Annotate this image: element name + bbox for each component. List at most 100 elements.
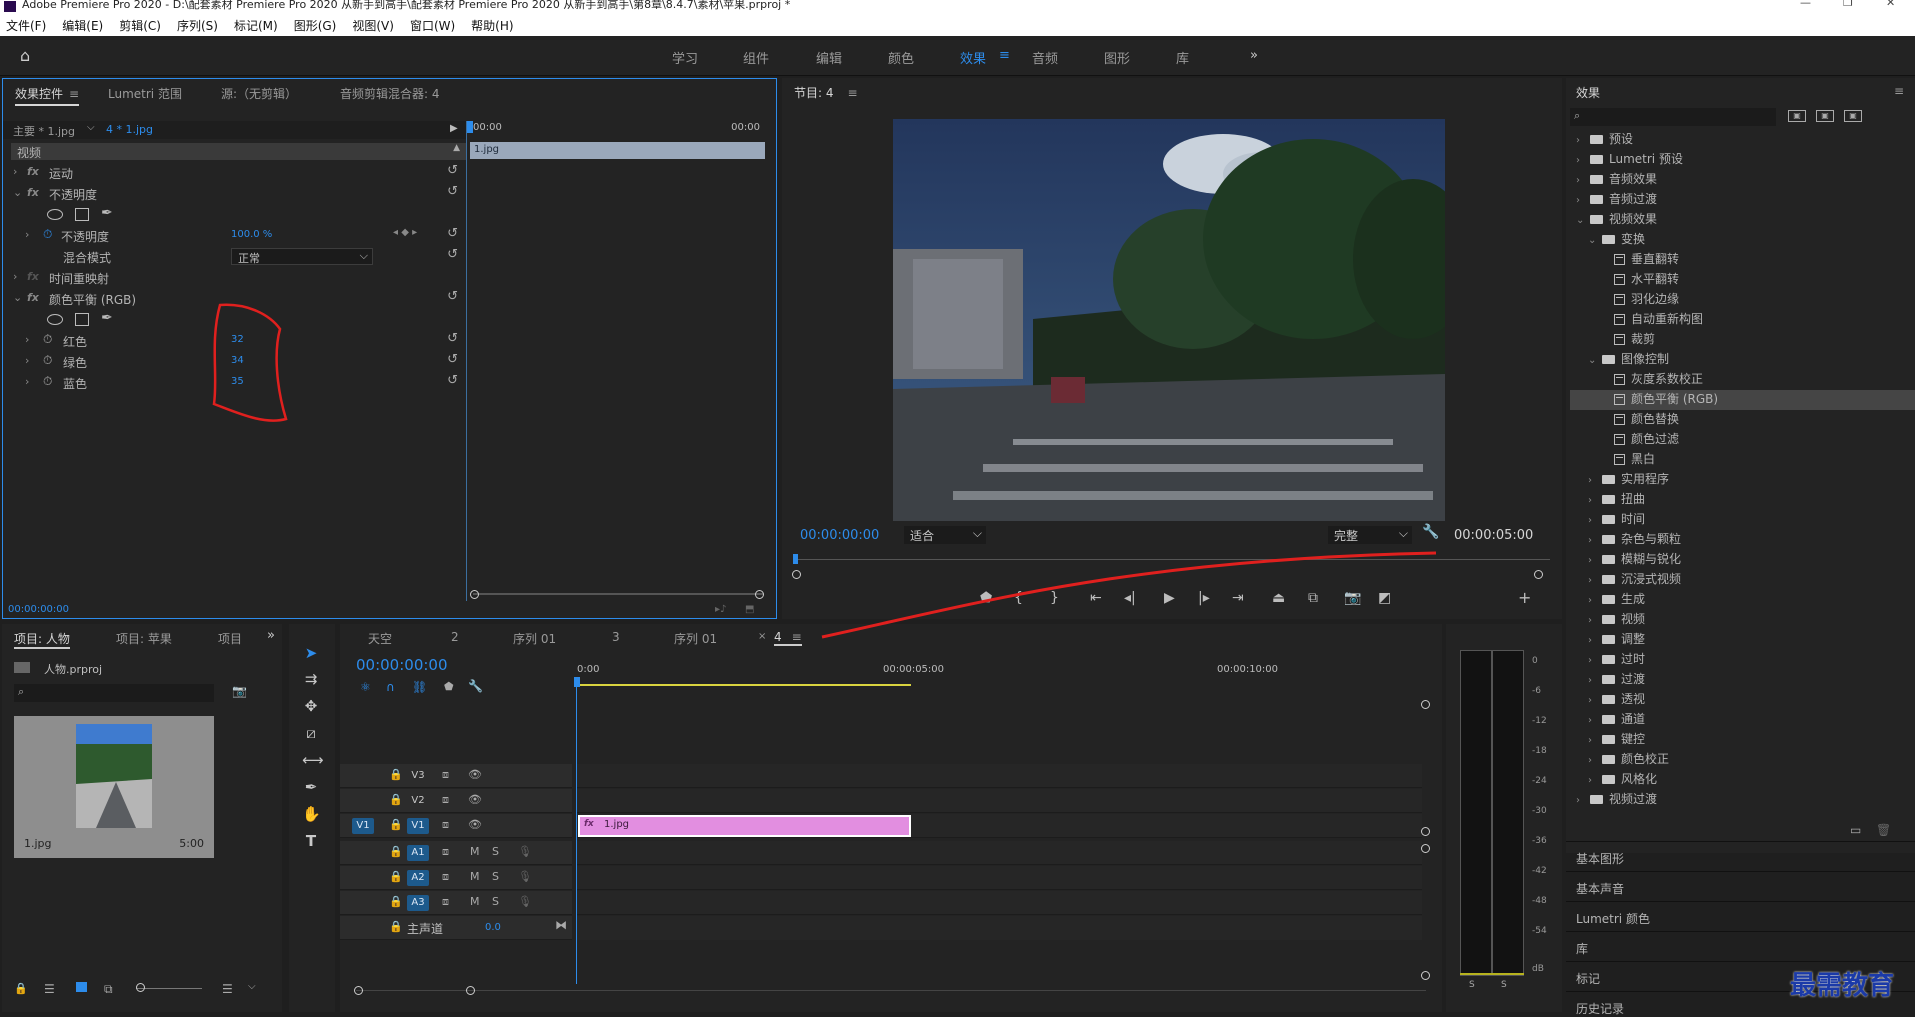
expand-chevron-icon[interactable]: › [1576,795,1590,806]
effects-tree-item[interactable]: ⌄ 图像控制 [1570,350,1915,370]
rectangle-mask-icon[interactable] [75,313,89,326]
expand-chevron-icon[interactable]: › [1588,555,1602,566]
tab-timeline-sequence-01b[interactable]: 序列 01 [674,630,717,647]
expand-chevron-icon[interactable]: › [1588,475,1602,486]
effects-tree-item[interactable]: 颜色过滤 [1570,430,1915,450]
lock-icon[interactable]: 🔒 [389,768,403,781]
chevron-down-icon[interactable]: ⌵ [248,981,256,992]
expand-chevron-icon[interactable]: › [25,228,29,241]
tab-timeline-3[interactable]: 3 [612,630,620,644]
effects-tree-item[interactable]: › 扭曲 [1570,490,1915,510]
workspace-assembly[interactable]: 组件 [743,48,769,67]
opacity-value[interactable]: 100.0 % [231,229,272,240]
reset-icon[interactable]: ↺ [447,163,458,178]
lock-icon[interactable]: 🔒 [389,845,403,858]
timeline-horizontal-scrollbar[interactable] [356,990,1426,991]
stack-lumetri-color[interactable]: Lumetri 颜色 [1566,901,1915,931]
expand-chevron-icon[interactable]: › [1588,515,1602,526]
lock-icon[interactable]: 🔒 [14,982,28,995]
expand-chevron-icon[interactable]: › [1588,755,1602,766]
workspace-editing[interactable]: 编辑 [816,48,842,67]
tab-timeline-4[interactable]: 4 ≡ [774,630,802,646]
track-lane-master[interactable] [577,916,1422,940]
freeform-view-icon[interactable]: ⧉ [104,982,113,997]
pen-tool-icon[interactable]: ✒ [302,778,320,796]
menu-help[interactable]: 帮助(H) [471,17,513,34]
track-label-v3[interactable]: V3 [407,768,429,784]
razor-tool-icon[interactable]: ⧄ [302,724,320,742]
reset-icon[interactable]: ↺ [447,373,458,388]
expand-chevron-icon[interactable]: › [13,270,17,283]
track-label-a2[interactable]: A2 [407,870,429,886]
effects-tree-item[interactable]: › 过时 [1570,650,1915,670]
master-clip-label[interactable]: 主要 * 1.jpg [13,123,75,139]
expand-chevron-icon[interactable]: › [1576,155,1590,166]
track-lane-a2[interactable] [577,866,1422,890]
effect-controls-mini-timeline[interactable]: 00:00 00:00 1.jpg [466,121,768,601]
collapse-chevron-icon[interactable]: ⌄ [13,291,22,304]
source-patch-v1[interactable]: V1 [352,818,374,834]
effects-tree-item[interactable]: › 风格化 [1570,770,1915,790]
wrench-icon[interactable]: 🔧 [1422,524,1439,540]
timeline-timecode[interactable]: 00:00:00:00 [356,656,448,674]
yuv-effects-icon[interactable]: ▣ [1844,110,1862,122]
maximize-icon[interactable]: ❐ [1843,0,1853,8]
tab-timeline-sequence-01a[interactable]: 序列 01 [513,630,556,647]
close-icon[interactable]: ✕ [1886,0,1895,8]
workspace-learn[interactable]: 学习 [672,48,698,67]
effects-tree-item[interactable]: › 模糊与锐化 [1570,550,1915,570]
tab-timeline-2[interactable]: 2 [451,630,459,644]
solo-left-button[interactable]: S [1469,980,1475,990]
eye-icon[interactable]: 👁 [468,818,482,831]
effects-tree-item[interactable]: › 音频效果 [1570,170,1915,190]
settings-wrench-icon[interactable]: 🔧 [468,679,483,693]
stopwatch-icon[interactable]: ⏱ [43,353,52,368]
collapse-chevron-icon[interactable]: ⌄ [1576,215,1590,226]
effects-tree-item[interactable]: 颜色平衡 (RGB) [1570,390,1915,410]
expand-chevron-icon[interactable]: › [1588,635,1602,646]
close-icon[interactable]: × [758,631,766,642]
add-marker-icon[interactable]: ⬟ [444,680,454,693]
sync-lock-icon[interactable]: ⧈ [442,818,449,832]
effects-tree-item[interactable]: ⌄ 视频效果 [1570,210,1915,230]
tab-timeline-sky[interactable]: 天空 [368,630,392,647]
expand-chevron-icon[interactable]: › [1588,595,1602,606]
fit-select[interactable]: 适合 ⌵ [904,526,986,544]
effects-tree-item[interactable]: › 过渡 [1570,670,1915,690]
solo-button[interactable]: S [492,895,499,908]
track-lane-v2[interactable] [577,789,1422,813]
selection-tool-icon[interactable]: ➤ [302,644,320,662]
audio-filter-icon[interactable]: ▸♪ [715,604,726,615]
find-icon[interactable]: 📷 [232,684,247,698]
lock-icon[interactable]: 🔒 [389,818,403,831]
zoom-slider-handle[interactable] [136,983,145,992]
lock-icon[interactable]: 🔒 [389,920,403,933]
track-label-a1[interactable]: A1 [407,845,429,861]
effects-tree-item[interactable]: ⌄ 变换 [1570,230,1915,250]
menu-marker[interactable]: 标记(M) [234,17,278,34]
effects-tree-item[interactable]: › 预设 [1570,130,1915,150]
menu-sequence[interactable]: 序列(S) [177,17,218,34]
track-header-master[interactable]: 🔒 主声道 0.0 ⧓ [340,916,572,940]
track-lane-a1[interactable] [577,841,1422,865]
minimize-icon[interactable]: — [1800,0,1811,8]
effects-tree-item[interactable]: › 实用程序 [1570,470,1915,490]
panel-menu-icon[interactable]: ≡ [69,87,79,101]
effects-tree-item[interactable]: › 视频 [1570,610,1915,630]
ripple-edit-tool-icon[interactable]: ✥ [302,697,320,715]
program-playhead[interactable] [793,554,798,564]
panel-menu-icon[interactable]: ≡ [1894,84,1904,98]
reset-icon[interactable]: ↺ [447,331,458,346]
pen-mask-icon[interactable]: ✒ [101,310,113,326]
track-label-a3[interactable]: A3 [407,895,429,911]
effect-row-time-remap[interactable]: › fx 时间重映射 [3,268,466,289]
track-label-v2[interactable]: V2 [407,793,429,809]
tab-lumetri-scopes[interactable]: Lumetri 范围 [108,85,182,102]
stack-libraries[interactable]: 库 [1566,931,1915,961]
expand-chevron-icon[interactable]: › [1588,535,1602,546]
workspace-menu-icon[interactable]: ≡ [999,48,1010,63]
mute-button[interactable]: M [470,895,480,908]
expand-chevron-icon[interactable]: › [1588,775,1602,786]
track-lane-a3[interactable] [577,891,1422,915]
expand-chevron-icon[interactable]: › [1588,495,1602,506]
